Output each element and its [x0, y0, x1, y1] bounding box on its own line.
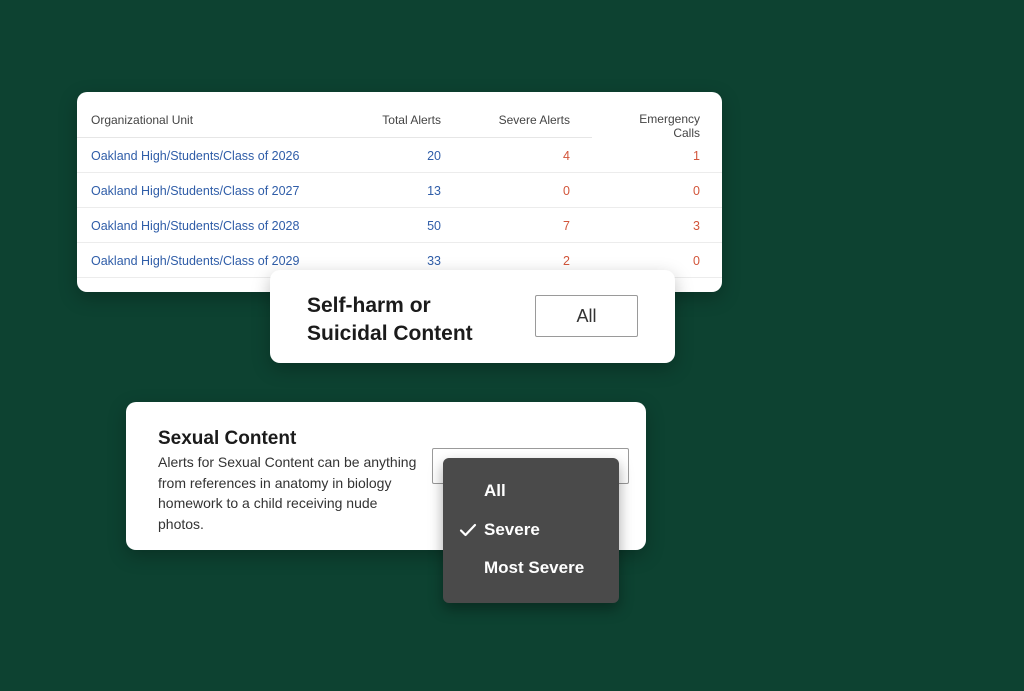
- org-unit-link[interactable]: Oakland High/Students/Class of 2029: [91, 254, 299, 268]
- emergency-calls-value: 0: [693, 184, 700, 198]
- selfharm-title-line2: Suicidal Content: [307, 322, 473, 345]
- sexual-content-description: Alerts for Sexual Content can be anythin…: [158, 454, 417, 532]
- total-alerts-value[interactable]: 13: [427, 184, 441, 198]
- org-unit-link[interactable]: Oakland High/Students/Class of 2027: [91, 184, 299, 198]
- table-row[interactable]: Oakland High/Students/Class of 2026 20 4…: [77, 138, 722, 173]
- menu-option-all[interactable]: All: [484, 481, 506, 501]
- header-emergency-calls[interactable]: Emergency Calls: [620, 112, 700, 138]
- table-row[interactable]: Oakland High/Students/Class of 2027 13 0…: [77, 173, 722, 208]
- menu-option-severe[interactable]: Severe: [484, 520, 540, 540]
- header-organizational-unit[interactable]: Organizational Unit: [91, 113, 193, 127]
- sexual-content-title: Sexual Content: [158, 428, 297, 449]
- emergency-calls-value: 1: [693, 149, 700, 163]
- total-alerts-value[interactable]: 50: [427, 219, 441, 233]
- table-row[interactable]: Oakland High/Students/Class of 2028 50 7…: [77, 208, 722, 243]
- total-alerts-value[interactable]: 33: [427, 254, 441, 268]
- alerts-table-card: Organizational Unit Total Alerts Severe …: [77, 92, 722, 292]
- org-unit-link[interactable]: Oakland High/Students/Class of 2026: [91, 149, 299, 163]
- selfharm-filter-card: Self-harm or Suicidal Content All: [270, 270, 675, 363]
- emergency-calls-value: 3: [693, 219, 700, 233]
- emergency-calls-value: 0: [693, 254, 700, 268]
- selfharm-severity-select[interactable]: All: [535, 295, 638, 337]
- severe-alerts-value: 0: [563, 184, 570, 198]
- severity-dropdown-menu: All Severe Most Severe: [443, 458, 619, 603]
- check-icon: [459, 523, 477, 537]
- header-total-alerts[interactable]: Total Alerts: [382, 113, 441, 127]
- total-alerts-value[interactable]: 20: [427, 149, 441, 163]
- severe-alerts-value: 4: [563, 149, 570, 163]
- severe-alerts-value: 7: [563, 219, 570, 233]
- table-header: Organizational Unit Total Alerts Severe …: [77, 92, 722, 138]
- header-severe-alerts[interactable]: Severe Alerts: [499, 113, 570, 127]
- severe-alerts-value: 2: [563, 254, 570, 268]
- selfharm-title: Self-harm or Suicidal Content: [307, 292, 473, 348]
- selfharm-title-line1: Self-harm or: [307, 294, 431, 317]
- menu-option-most-severe[interactable]: Most Severe: [484, 558, 584, 578]
- org-unit-link[interactable]: Oakland High/Students/Class of 2028: [91, 219, 299, 233]
